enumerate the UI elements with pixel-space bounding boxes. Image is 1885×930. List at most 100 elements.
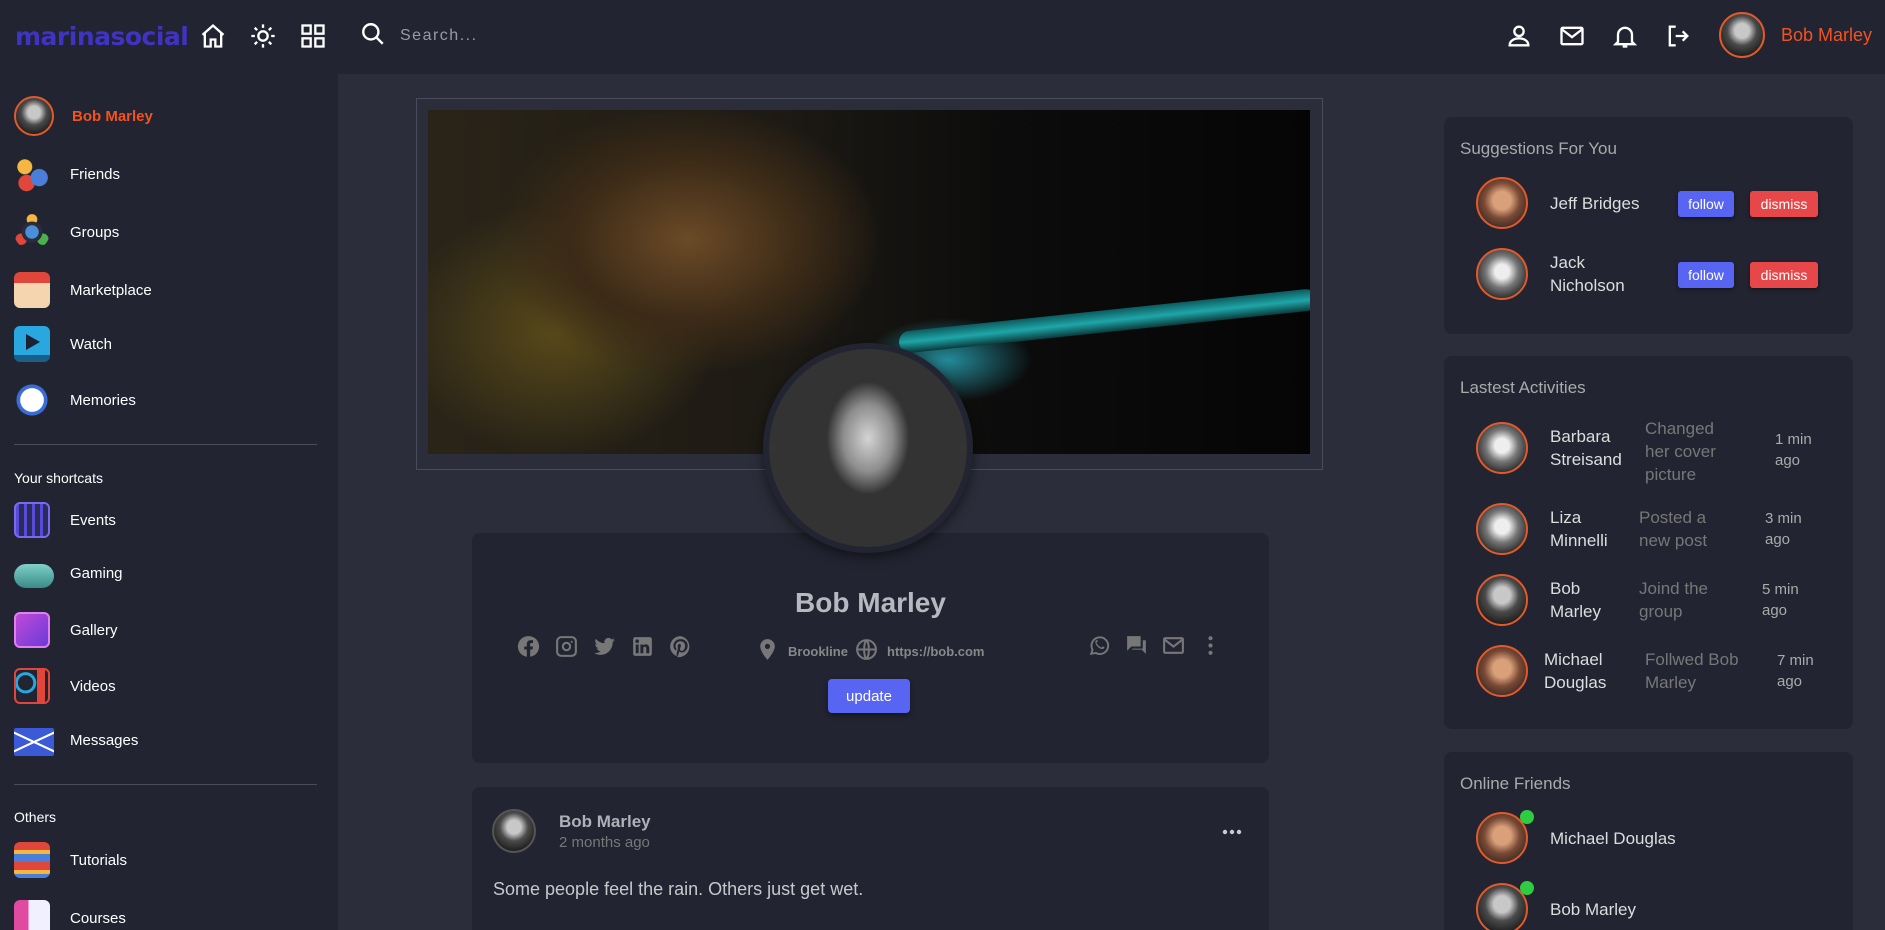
sidebar-item-marketplace[interactable]: Marketplace bbox=[14, 272, 152, 308]
events-icon bbox=[14, 502, 50, 538]
online-friend-item[interactable]: Bob Marley bbox=[1476, 883, 1636, 930]
sidebar-item-courses[interactable]: Courses bbox=[14, 900, 126, 930]
post-card: Bob Marley 2 months ago Some people feel… bbox=[472, 787, 1269, 930]
dismiss-button[interactable]: dismiss bbox=[1750, 262, 1818, 288]
location-pin-icon bbox=[755, 637, 780, 665]
email-icon[interactable] bbox=[1161, 633, 1186, 658]
person-icon[interactable] bbox=[1505, 22, 1533, 50]
messages-icon bbox=[14, 728, 54, 756]
activity-item: Michael Douglas bbox=[1476, 645, 1624, 697]
sidebar-divider bbox=[14, 784, 317, 785]
avatar[interactable] bbox=[1476, 422, 1528, 474]
avatar[interactable] bbox=[1476, 645, 1528, 697]
facebook-icon[interactable] bbox=[516, 634, 541, 659]
gallery-icon bbox=[14, 612, 50, 648]
courses-icon bbox=[14, 900, 50, 930]
top-navbar: marinasocial Bob Marley bbox=[0, 0, 1885, 74]
sidebar-item-friends[interactable]: Friends bbox=[14, 156, 120, 192]
more-vertical-icon[interactable] bbox=[1198, 633, 1223, 658]
sidebar-item-label: Bob Marley bbox=[72, 107, 153, 125]
sidebar-item-memories[interactable]: Memories bbox=[14, 382, 136, 418]
dismiss-button[interactable]: dismiss bbox=[1750, 191, 1818, 217]
sidebar-item-label: Marketplace bbox=[70, 281, 152, 299]
pinterest-icon[interactable] bbox=[668, 634, 693, 659]
shortcuts-heading: Your shortcats bbox=[14, 470, 103, 486]
suggestions-card: Suggestions For You Jeff Bridges follow … bbox=[1444, 117, 1853, 334]
online-friends-title: Online Friends bbox=[1460, 774, 1571, 793]
update-button[interactable]: update bbox=[828, 679, 910, 713]
avatar[interactable] bbox=[1476, 248, 1528, 300]
twitter-icon[interactable] bbox=[592, 634, 617, 659]
navbar-username[interactable]: Bob Marley bbox=[1781, 25, 1872, 46]
follow-button[interactable]: follow bbox=[1678, 262, 1734, 288]
home-icon[interactable] bbox=[199, 22, 227, 50]
logout-icon[interactable] bbox=[1664, 22, 1692, 50]
activity-desc: Joind the group bbox=[1639, 579, 1708, 621]
sidebar-item-gallery[interactable]: Gallery bbox=[14, 612, 118, 648]
sidebar-item-profile[interactable]: Bob Marley bbox=[14, 96, 153, 136]
sidebar-divider bbox=[14, 444, 317, 445]
more-horizontal-icon[interactable] bbox=[1222, 822, 1242, 835]
videos-icon bbox=[14, 668, 50, 704]
follow-button[interactable]: follow bbox=[1678, 191, 1734, 217]
whatsapp-icon[interactable] bbox=[1087, 633, 1112, 658]
post-author[interactable]: Bob Marley bbox=[559, 812, 651, 832]
sidebar-item-label: Watch bbox=[70, 335, 112, 353]
activity-name[interactable]: Liza Minnelli bbox=[1550, 506, 1620, 552]
profile-name: Bob Marley bbox=[795, 587, 946, 618]
navbar-user[interactable]: Bob Marley bbox=[1719, 12, 1872, 58]
website-link[interactable]: https://bob.com bbox=[887, 644, 985, 659]
location-text: Brookline bbox=[788, 643, 848, 659]
brightness-icon[interactable] bbox=[249, 22, 277, 50]
gaming-icon bbox=[14, 564, 54, 588]
instagram-icon[interactable] bbox=[554, 634, 579, 659]
activities-title: Lastest Activities bbox=[1460, 378, 1586, 397]
online-friend-item[interactable]: Michael Douglas bbox=[1476, 812, 1676, 864]
sidebar-item-events[interactable]: Events bbox=[14, 502, 116, 538]
sidebar-item-label: Messages bbox=[70, 731, 139, 749]
sidebar-item-label: Tutorials bbox=[70, 851, 127, 869]
suggestions-title: Suggestions For You bbox=[1460, 139, 1617, 158]
suggestion-name[interactable]: Jack Nicholson bbox=[1550, 251, 1640, 297]
avatar bbox=[14, 96, 54, 136]
activity-name[interactable]: Michael Douglas bbox=[1544, 648, 1624, 694]
site-logo[interactable]: marinasocial bbox=[15, 22, 189, 51]
apps-grid-icon[interactable] bbox=[299, 22, 327, 50]
activity-name[interactable]: Bob Marley bbox=[1550, 577, 1620, 623]
profile-picture[interactable] bbox=[763, 343, 973, 553]
activity-time: 3 min ago bbox=[1765, 510, 1802, 548]
sidebar-item-groups[interactable]: Groups bbox=[14, 214, 119, 250]
avatar[interactable] bbox=[492, 809, 536, 853]
suggestion-item: Jack Nicholson bbox=[1476, 248, 1640, 300]
suggestion-name[interactable]: Jeff Bridges bbox=[1550, 192, 1639, 215]
activity-desc: Posted a new post bbox=[1639, 508, 1708, 550]
sidebar-item-videos[interactable]: Videos bbox=[14, 668, 116, 704]
search-input[interactable] bbox=[400, 20, 760, 52]
social-links bbox=[516, 634, 693, 659]
bell-icon[interactable] bbox=[1611, 22, 1639, 50]
mail-icon[interactable] bbox=[1558, 22, 1586, 50]
avatar[interactable] bbox=[1476, 574, 1528, 626]
suggestion-item: Jeff Bridges bbox=[1476, 177, 1639, 229]
sidebar-item-gaming[interactable]: Gaming bbox=[14, 558, 123, 588]
friends-icon bbox=[14, 156, 50, 192]
forum-icon[interactable] bbox=[1124, 633, 1149, 658]
groups-icon bbox=[14, 214, 50, 250]
sidebar-item-label: Events bbox=[70, 511, 116, 529]
search-icon[interactable] bbox=[360, 21, 386, 52]
sidebar-item-tutorials[interactable]: Tutorials bbox=[14, 842, 127, 878]
activity-name[interactable]: Barbara Streisand bbox=[1550, 425, 1630, 471]
others-heading: Others bbox=[14, 809, 57, 825]
sidebar-item-watch[interactable]: Watch bbox=[14, 326, 112, 362]
activity-item: Bob Marley bbox=[1476, 574, 1620, 626]
linkedin-icon[interactable] bbox=[630, 634, 655, 659]
sidebar-item-label: Videos bbox=[70, 677, 116, 695]
avatar[interactable] bbox=[1719, 12, 1765, 58]
watch-icon bbox=[14, 326, 50, 362]
avatar[interactable] bbox=[1476, 177, 1528, 229]
avatar[interactable] bbox=[1476, 503, 1528, 555]
online-status-dot bbox=[1520, 881, 1534, 895]
sidebar-item-messages[interactable]: Messages bbox=[14, 724, 138, 756]
profile-card: Bob Marley Brookline https://bob.com upd… bbox=[472, 533, 1269, 763]
activity-item: Liza Minnelli bbox=[1476, 503, 1620, 555]
